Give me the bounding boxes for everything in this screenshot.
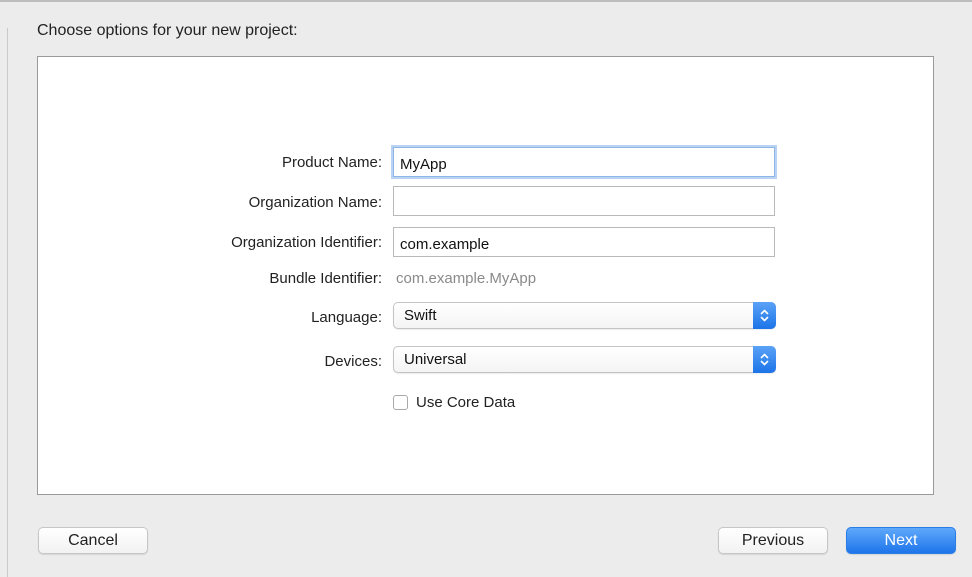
popup-arrows-icon bbox=[753, 346, 776, 373]
bundle-identifier-value: com.example.MyApp bbox=[396, 270, 537, 287]
next-button[interactable]: Next bbox=[846, 527, 956, 554]
cancel-button[interactable]: Cancel bbox=[38, 527, 148, 554]
devices-popup[interactable]: Universal bbox=[393, 346, 776, 373]
bundle-identifier-label: Bundle Identifier: bbox=[269, 270, 382, 287]
organization-identifier-label: Organization Identifier: bbox=[231, 234, 382, 251]
window-left-edge bbox=[7, 28, 8, 577]
use-core-data-option[interactable]: Use Core Data bbox=[393, 394, 515, 411]
use-core-data-checkbox[interactable] bbox=[393, 395, 408, 410]
language-value: Swift bbox=[404, 307, 437, 324]
popup-arrows-icon bbox=[753, 302, 776, 329]
previous-button[interactable]: Previous bbox=[718, 527, 828, 554]
language-label: Language: bbox=[311, 309, 382, 326]
organization-name-field[interactable] bbox=[393, 186, 775, 216]
window-top-edge bbox=[0, 0, 972, 2]
use-core-data-label: Use Core Data bbox=[416, 394, 516, 411]
devices-value: Universal bbox=[404, 351, 467, 368]
product-name-field[interactable] bbox=[393, 147, 775, 177]
devices-label: Devices: bbox=[324, 353, 382, 370]
language-popup[interactable]: Swift bbox=[393, 302, 776, 329]
organization-name-label: Organization Name: bbox=[248, 194, 382, 211]
page-title: Choose options for your new project: bbox=[37, 22, 298, 39]
product-name-label: Product Name: bbox=[281, 154, 382, 171]
organization-identifier-field[interactable] bbox=[393, 227, 775, 257]
